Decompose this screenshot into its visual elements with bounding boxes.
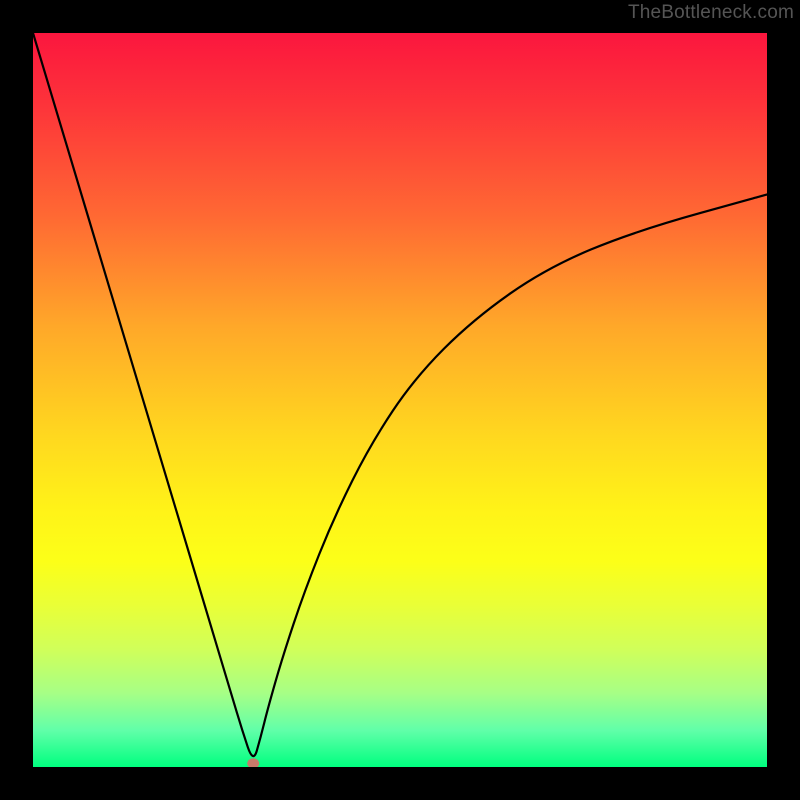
plot-gradient-background — [33, 33, 767, 767]
chart-container: TheBottleneck.com — [0, 0, 800, 800]
watermark-text: TheBottleneck.com — [628, 2, 794, 24]
